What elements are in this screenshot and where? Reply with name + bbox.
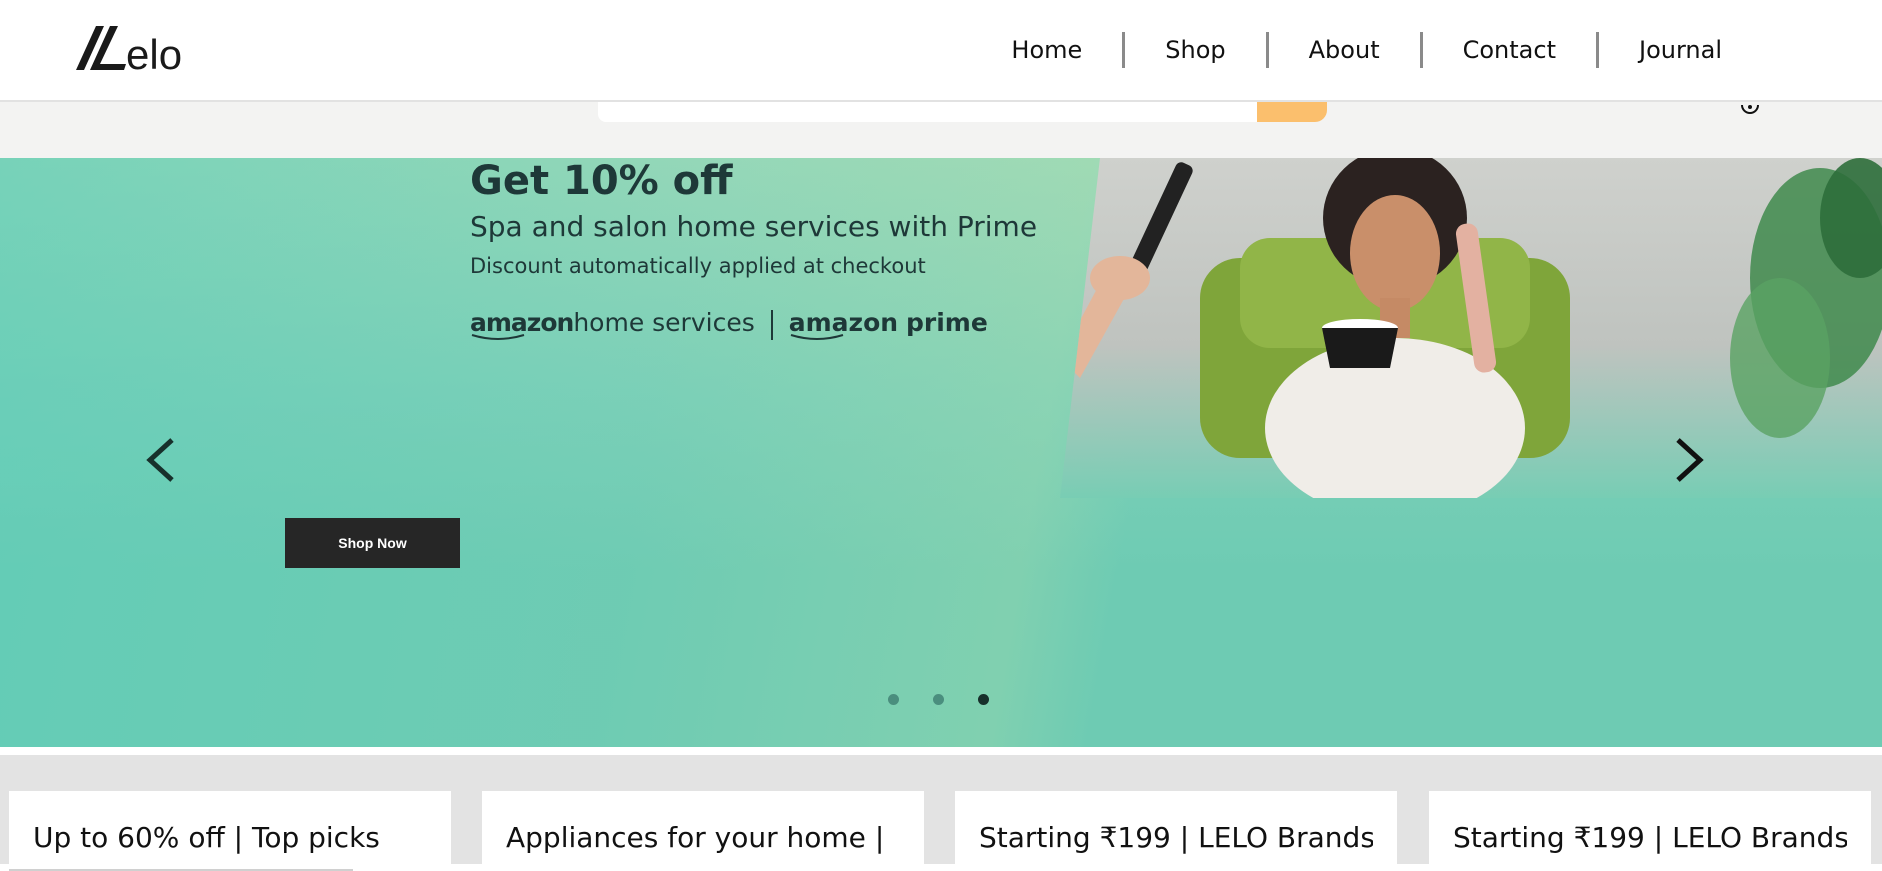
search-input[interactable] (598, 102, 1258, 122)
nav-shop[interactable]: Shop (1125, 30, 1265, 70)
hero-carousel: Get 10% off Spa and salon home services … (0, 158, 1882, 747)
nav-about[interactable]: About (1269, 30, 1420, 70)
carousel-dot-2[interactable] (933, 694, 944, 705)
promo-subtitle: Spa and salon home services with Prime (470, 210, 1038, 243)
carousel-prev-button[interactable] (136, 430, 186, 490)
promo-card[interactable]: Starting ₹199 | LELO Brands (1429, 791, 1871, 871)
hero-photo (1060, 158, 1882, 498)
promo-card[interactable]: Appliances for your home | (482, 791, 924, 871)
logo-icon: elo (76, 26, 182, 76)
promo-card[interactable]: Starting ₹199 | LELO Brands (955, 791, 1397, 871)
search-button[interactable] (1257, 102, 1327, 122)
brand-logos: amazonhome services amazon prime (470, 308, 988, 341)
carousel-dot-3[interactable] (978, 694, 989, 705)
search-bar-strip (0, 102, 1882, 158)
chevron-left-icon (146, 438, 174, 482)
promo-title: Get 10% off (470, 158, 733, 204)
chevron-right-icon (1676, 438, 1704, 482)
main-nav: Home Shop About Contact Journal (971, 30, 1762, 70)
site-header: elo Home Shop About Contact Journal (0, 0, 1882, 102)
promo-cards-section: Up to 60% off | Top picks Appliances for… (0, 755, 1882, 871)
prime-wordmark: prime (906, 308, 988, 337)
carousel-indicators (888, 694, 989, 705)
promo-card-title: Starting ₹199 | LELO Brands (979, 821, 1373, 854)
promo-card-title: Up to 60% off | Top picks (33, 821, 380, 854)
amazon-wordmark: amazon (788, 308, 899, 337)
promo-card-title: Appliances for your home | (506, 821, 885, 854)
nav-home[interactable]: Home (971, 30, 1122, 70)
carousel-next-button[interactable] (1664, 430, 1714, 490)
nav-contact[interactable]: Contact (1423, 30, 1596, 70)
amazon-home-services-logo: amazonhome services (470, 308, 755, 341)
amazon-prime-logo: amazon prime (789, 308, 988, 341)
logo-wordmark: elo (126, 31, 182, 76)
account-icon[interactable] (1740, 102, 1760, 114)
brand-divider (770, 309, 773, 340)
shop-now-button[interactable]: Shop Now (285, 518, 460, 568)
amazon-wordmark: amazon (470, 308, 574, 337)
carousel-dot-1[interactable] (888, 694, 899, 705)
home-services-wordmark: home services (573, 308, 755, 337)
promo-card-title: Starting ₹199 | LELO Brands (1453, 821, 1847, 854)
promo-note: Discount automatically applied at checko… (470, 254, 926, 278)
promo-card[interactable]: Up to 60% off | Top picks (9, 791, 451, 871)
logo[interactable]: elo (70, 20, 210, 76)
nav-journal[interactable]: Journal (1599, 30, 1762, 70)
